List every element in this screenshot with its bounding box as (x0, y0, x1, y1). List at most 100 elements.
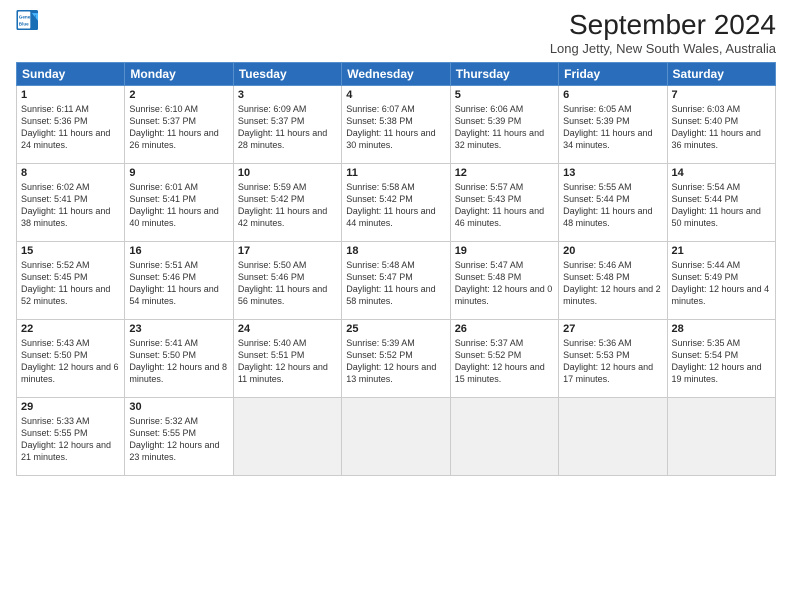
day-number: 20 (563, 245, 662, 257)
day-info: Sunrise: 5:50 AMSunset: 5:46 PMDaylight:… (238, 260, 327, 306)
calendar-day-7: 7 Sunrise: 6:03 AMSunset: 5:40 PMDaylight… (667, 85, 775, 163)
calendar-day-1: 1 Sunrise: 6:11 AMSunset: 5:36 PMDaylight… (17, 85, 125, 163)
day-number: 8 (21, 167, 120, 179)
svg-text:Blue: Blue (19, 21, 29, 26)
day-info: Sunrise: 5:59 AMSunset: 5:42 PMDaylight:… (238, 182, 327, 228)
day-info: Sunrise: 6:01 AMSunset: 5:41 PMDaylight:… (129, 182, 218, 228)
day-info: Sunrise: 5:47 AMSunset: 5:48 PMDaylight:… (455, 260, 553, 306)
day-number: 25 (346, 323, 445, 335)
calendar-day-9: 9 Sunrise: 6:01 AMSunset: 5:41 PMDaylight… (125, 163, 233, 241)
day-info: Sunrise: 6:06 AMSunset: 5:39 PMDaylight:… (455, 104, 544, 150)
calendar-day-19: 19 Sunrise: 5:47 AMSunset: 5:48 PMDayligh… (450, 241, 558, 319)
day-number: 7 (672, 89, 771, 101)
day-info: Sunrise: 5:52 AMSunset: 5:45 PMDaylight:… (21, 260, 110, 306)
day-info: Sunrise: 6:11 AMSunset: 5:36 PMDaylight:… (21, 104, 110, 150)
calendar-day-18: 18Sunrise: 5:48 AMSunset: 5:47 PMDayligh… (342, 241, 450, 319)
calendar-day-12: 12 Sunrise: 5:57 AMSunset: 5:43 PMDayligh… (450, 163, 558, 241)
calendar-day-23: 23 Sunrise: 5:41 AMSunset: 5:50 PMDayligh… (125, 319, 233, 397)
calendar-day-empty (559, 397, 667, 475)
day-info: Sunrise: 5:43 AMSunset: 5:50 PMDaylight:… (21, 338, 119, 384)
day-number: 2 (129, 89, 228, 101)
day-number: 27 (563, 323, 662, 335)
calendar-day-15: 15 Sunrise: 5:52 AMSunset: 5:45 PMDayligh… (17, 241, 125, 319)
calendar-day-empty (342, 397, 450, 475)
day-info: Sunrise: 6:09 AMSunset: 5:37 PMDaylight:… (238, 104, 327, 150)
day-number: 23 (129, 323, 228, 335)
day-number: 3 (238, 89, 337, 101)
day-number: 9 (129, 167, 228, 179)
month-title: September 2024 (550, 10, 776, 41)
day-info: Sunrise: 5:39 AMSunset: 5:52 PMDaylight:… (346, 338, 436, 384)
page: General Blue September 2024 Long Jetty, … (0, 0, 792, 612)
calendar-table: SundayMondayTuesdayWednesdayThursdayFrid… (16, 62, 776, 476)
day-number: 28 (672, 323, 771, 335)
calendar-day-14: 14 Sunrise: 5:54 AMSunset: 5:44 PMDayligh… (667, 163, 775, 241)
day-info: Sunrise: 5:51 AMSunset: 5:46 PMDaylight:… (129, 260, 218, 306)
day-number: 14 (672, 167, 771, 179)
calendar-day-20: 20Sunrise: 5:46 AMSunset: 5:48 PMDayligh… (559, 241, 667, 319)
calendar-day-27: 27 Sunrise: 5:36 AMSunset: 5:53 PMDayligh… (559, 319, 667, 397)
calendar-day-26: 26Sunrise: 5:37 AMSunset: 5:52 PMDayligh… (450, 319, 558, 397)
day-number: 17 (238, 245, 337, 257)
day-info: Sunrise: 6:10 AMSunset: 5:37 PMDaylight:… (129, 104, 218, 150)
day-number: 6 (563, 89, 662, 101)
calendar-day-11: 11 Sunrise: 5:58 AMSunset: 5:42 PMDayligh… (342, 163, 450, 241)
calendar-day-2: 2 Sunrise: 6:10 AMSunset: 5:37 PMDaylight… (125, 85, 233, 163)
day-info: Sunrise: 5:58 AMSunset: 5:42 PMDaylight:… (346, 182, 435, 228)
day-number: 5 (455, 89, 554, 101)
day-info: Sunrise: 6:02 AMSunset: 5:41 PMDaylight:… (21, 182, 110, 228)
calendar-day-3: 3 Sunrise: 6:09 AMSunset: 5:37 PMDaylight… (233, 85, 341, 163)
calendar-day-5: 5 Sunrise: 6:06 AMSunset: 5:39 PMDaylight… (450, 85, 558, 163)
day-info: Sunrise: 5:44 AMSunset: 5:49 PMDaylight:… (672, 260, 770, 306)
day-info: Sunrise: 5:55 AMSunset: 5:44 PMDaylight:… (563, 182, 652, 228)
calendar-day-8: 8 Sunrise: 6:02 AMSunset: 5:41 PMDaylight… (17, 163, 125, 241)
day-info: Sunrise: 5:40 AMSunset: 5:51 PMDaylight:… (238, 338, 328, 384)
day-info: Sunrise: 5:41 AMSunset: 5:50 PMDaylight:… (129, 338, 227, 384)
calendar-day-25: 25 Sunrise: 5:39 AMSunset: 5:52 PMDayligh… (342, 319, 450, 397)
calendar-day-6: 6 Sunrise: 6:05 AMSunset: 5:39 PMDaylight… (559, 85, 667, 163)
day-number: 21 (672, 245, 771, 257)
day-header-friday: Friday (559, 62, 667, 85)
calendar-day-10: 10 Sunrise: 5:59 AMSunset: 5:42 PMDayligh… (233, 163, 341, 241)
day-number: 13 (563, 167, 662, 179)
day-number: 1 (21, 89, 120, 101)
day-header-sunday: Sunday (17, 62, 125, 85)
calendar-day-4: 4Sunrise: 6:07 AMSunset: 5:38 PMDaylight… (342, 85, 450, 163)
day-info: Sunrise: 5:33 AMSunset: 5:55 PMDaylight:… (21, 416, 111, 462)
day-header-tuesday: Tuesday (233, 62, 341, 85)
logo: General Blue (16, 10, 40, 30)
day-number: 12 (455, 167, 554, 179)
day-info: Sunrise: 5:54 AMSunset: 5:44 PMDaylight:… (672, 182, 761, 228)
calendar-day-16: 16Sunrise: 5:51 AMSunset: 5:46 PMDayligh… (125, 241, 233, 319)
day-info: Sunrise: 5:36 AMSunset: 5:53 PMDaylight:… (563, 338, 653, 384)
calendar-day-empty (667, 397, 775, 475)
day-header-monday: Monday (125, 62, 233, 85)
calendar-week-5: 29Sunrise: 5:33 AMSunset: 5:55 PMDayligh… (17, 397, 776, 475)
calendar-day-30: 30Sunrise: 5:32 AMSunset: 5:55 PMDayligh… (125, 397, 233, 475)
calendar-header-row: SundayMondayTuesdayWednesdayThursdayFrid… (17, 62, 776, 85)
day-number: 24 (238, 323, 337, 335)
day-info: Sunrise: 6:03 AMSunset: 5:40 PMDaylight:… (672, 104, 761, 150)
day-info: Sunrise: 5:35 AMSunset: 5:54 PMDaylight:… (672, 338, 762, 384)
logo-icon: General Blue (16, 10, 40, 30)
day-number: 22 (21, 323, 120, 335)
svg-text:General: General (19, 14, 36, 19)
day-number: 15 (21, 245, 120, 257)
day-info: Sunrise: 5:48 AMSunset: 5:47 PMDaylight:… (346, 260, 435, 306)
calendar-day-empty (233, 397, 341, 475)
calendar-day-22: 22 Sunrise: 5:43 AMSunset: 5:50 PMDayligh… (17, 319, 125, 397)
day-info: Sunrise: 5:37 AMSunset: 5:52 PMDaylight:… (455, 338, 545, 384)
title-block: September 2024 Long Jetty, New South Wal… (550, 10, 776, 56)
calendar-week-2: 8 Sunrise: 6:02 AMSunset: 5:41 PMDaylight… (17, 163, 776, 241)
day-header-saturday: Saturday (667, 62, 775, 85)
day-number: 10 (238, 167, 337, 179)
header: General Blue September 2024 Long Jetty, … (16, 10, 776, 56)
day-number: 30 (129, 401, 228, 413)
calendar-day-17: 17 Sunrise: 5:50 AMSunset: 5:46 PMDayligh… (233, 241, 341, 319)
day-number: 11 (346, 167, 445, 179)
day-info: Sunrise: 6:05 AMSunset: 5:39 PMDaylight:… (563, 104, 652, 150)
day-number: 19 (455, 245, 554, 257)
calendar-day-28: 28 Sunrise: 5:35 AMSunset: 5:54 PMDayligh… (667, 319, 775, 397)
day-info: Sunrise: 5:57 AMSunset: 5:43 PMDaylight:… (455, 182, 544, 228)
day-number: 4 (346, 89, 445, 101)
